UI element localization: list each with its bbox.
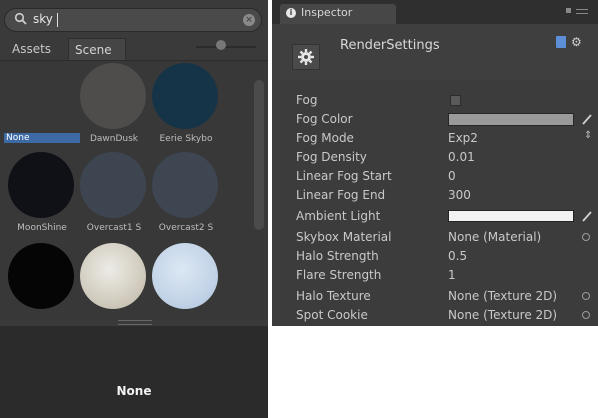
halo-texture-field[interactable]: None (Texture 2D): [448, 289, 557, 303]
object-picker-icon[interactable]: [582, 311, 590, 319]
object-picker-icon[interactable]: [582, 233, 590, 241]
tab-scene[interactable]: Scene: [68, 38, 126, 60]
preview-size-slider[interactable]: [196, 46, 256, 48]
lock-icon[interactable]: [566, 8, 571, 13]
linear-fog-start-field[interactable]: 0: [448, 169, 456, 183]
search-field[interactable]: sky ×: [4, 8, 262, 32]
dropdown-arrows-icon[interactable]: ⇕: [584, 130, 592, 141]
property-row-fog: Fog: [272, 92, 598, 111]
property-label: Fog Color: [296, 112, 353, 126]
property-row-flare-strength: Flare Strength 1: [272, 267, 598, 286]
property-row-halo-strength: Halo Strength 0.5: [272, 248, 598, 267]
skybox-label[interactable]: Overcast1 S: [76, 223, 152, 233]
property-label: Fog: [296, 93, 318, 107]
property-row-fog-color: Fog Color: [272, 111, 598, 130]
ambient-light-color-field[interactable]: [448, 210, 574, 222]
property-label: Fog Mode: [296, 131, 354, 145]
skybox-label[interactable]: Overcast2 S: [148, 223, 224, 233]
skybox-label-selected[interactable]: None: [4, 133, 80, 143]
skybox-thumbnail[interactable]: [80, 152, 146, 218]
halo-strength-field[interactable]: 0.5: [448, 249, 467, 263]
eyedropper-icon[interactable]: [580, 112, 594, 126]
fog-checkbox[interactable]: [450, 95, 461, 106]
property-row-skybox-material: Skybox Material None (Material): [272, 229, 598, 248]
property-label: Halo Strength: [296, 249, 379, 263]
fog-color-field[interactable]: [448, 113, 574, 126]
spot-cookie-field[interactable]: None (Texture 2D): [448, 308, 557, 322]
skybox-thumbnail[interactable]: [8, 63, 74, 129]
property-label: Spot Cookie: [296, 308, 368, 322]
search-icon: [14, 12, 27, 25]
property-label: Ambient Light: [296, 209, 381, 223]
eyedropper-icon[interactable]: [580, 209, 594, 223]
skybox-thumbnail[interactable]: [80, 63, 146, 129]
property-label: Linear Fog End: [296, 188, 386, 202]
property-label: Halo Texture: [296, 289, 371, 303]
clear-search-icon[interactable]: ×: [243, 14, 255, 26]
skybox-thumbnail[interactable]: [8, 152, 74, 218]
skybox-thumbnail[interactable]: [152, 63, 218, 129]
menu-icon[interactable]: [576, 9, 588, 14]
property-row-linear-fog-end: Linear Fog End 300: [272, 187, 598, 206]
skybox-label[interactable]: DawnDusk: [76, 134, 152, 144]
skybox-thumbnail[interactable]: [152, 152, 218, 218]
preview-label: None: [116, 384, 152, 398]
text-caret: [57, 13, 58, 27]
inspector-tabstrip: i Inspector: [272, 0, 598, 24]
property-row-ambient-light: Ambient Light: [272, 208, 598, 227]
skybox-material-field[interactable]: None (Material): [448, 230, 541, 244]
property-row-spot-cookie: Spot Cookie None (Texture 2D): [272, 307, 598, 326]
help-book-icon[interactable]: [556, 36, 566, 48]
search-input-text[interactable]: sky: [33, 12, 53, 26]
property-label: Skybox Material: [296, 230, 392, 244]
skybox-label[interactable]: MoonShine: [4, 223, 80, 233]
linear-fog-end-field[interactable]: 300: [448, 188, 471, 202]
grid-scrollbar[interactable]: [254, 80, 264, 230]
info-icon: i: [286, 8, 296, 18]
property-label: Fog Density: [296, 150, 367, 164]
property-row-linear-fog-start: Linear Fog Start 0: [272, 168, 598, 187]
object-picker-icon[interactable]: [582, 292, 590, 300]
fog-mode-dropdown[interactable]: Exp2: [448, 131, 478, 145]
preview-size-slider-knob[interactable]: [216, 40, 226, 50]
component-title: RenderSettings: [340, 38, 440, 53]
property-row-fog-density: Fog Density 0.01: [272, 149, 598, 168]
preview-splitter-handle[interactable]: [118, 320, 152, 325]
skybox-thumbnail[interactable]: [8, 243, 74, 309]
preview-pane: None: [0, 326, 268, 418]
flare-strength-field[interactable]: 1: [448, 268, 456, 282]
property-row-fog-mode: Fog Mode Exp2 ⇕: [272, 130, 598, 149]
property-label: Flare Strength: [296, 268, 382, 282]
property-row-halo-texture: Halo Texture None (Texture 2D): [272, 288, 598, 307]
skybox-label[interactable]: Eerie Skybo: [148, 134, 224, 144]
skybox-thumbnail[interactable]: [152, 243, 218, 309]
settings-gear-icon[interactable]: ⚙: [571, 35, 587, 49]
inspector-window: i Inspector RenderSettings ⚙ Fog Fog Col…: [272, 0, 598, 326]
fog-density-field[interactable]: 0.01: [448, 150, 475, 164]
skybox-thumbnail[interactable]: [80, 243, 146, 309]
inspector-tab-label: Inspector: [301, 6, 353, 19]
render-settings-icon: [292, 44, 320, 70]
gear-icon: [298, 49, 314, 65]
tab-assets[interactable]: Assets: [6, 38, 64, 60]
skybox-picker-window: sky × Assets Scene None DawnDusk Eerie S…: [0, 0, 268, 418]
tab-inspector[interactable]: i Inspector: [280, 4, 396, 24]
property-label: Linear Fog Start: [296, 169, 392, 183]
